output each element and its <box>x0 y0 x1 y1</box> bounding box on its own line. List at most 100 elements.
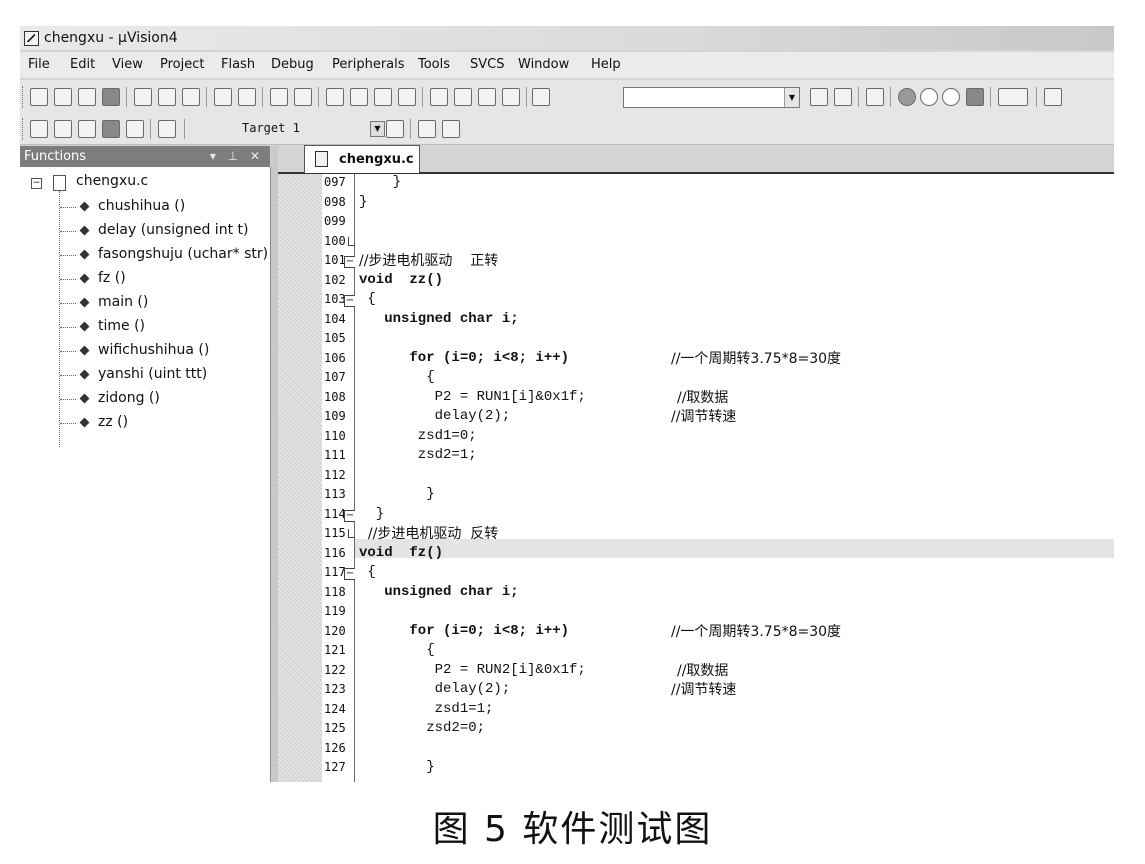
indent-icon[interactable] <box>430 88 448 106</box>
code-comment: //取数据 <box>677 662 729 679</box>
target-select[interactable]: Target 1 <box>242 121 300 135</box>
collapse-toggle[interactable]: − <box>31 178 42 189</box>
toolbar-separator <box>890 87 891 107</box>
tree-root-file[interactable]: chengxu.c <box>76 173 148 189</box>
incremental-find-icon[interactable] <box>834 88 852 106</box>
menu-edit[interactable]: Edit <box>70 57 95 72</box>
function-item[interactable]: zz () <box>60 412 270 434</box>
rebuild-icon[interactable] <box>78 120 96 138</box>
manage-components-icon[interactable] <box>418 120 436 138</box>
function-item[interactable]: fz () <box>60 268 270 290</box>
stop-build-icon[interactable] <box>126 120 144 138</box>
toolbar-separator <box>990 87 991 107</box>
code-line: } <box>359 759 435 775</box>
code-line: for (i=0; i<8; i++) <box>359 349 570 366</box>
menu-tools[interactable]: Tools <box>418 57 450 72</box>
translate-icon[interactable] <box>30 120 48 138</box>
function-item[interactable]: yanshi (uint ttt) <box>60 364 270 386</box>
toolbar-grip[interactable] <box>22 118 26 140</box>
function-item[interactable]: main () <box>60 292 270 314</box>
menu-svcs[interactable]: SVCS <box>470 57 504 72</box>
disable-all-breakpoints-icon[interactable] <box>942 88 960 106</box>
download-load-icon[interactable] <box>158 120 176 138</box>
code-comment: //调节转速 <box>671 409 737 425</box>
code-line: unsigned char i; <box>359 310 519 327</box>
open-file-icon[interactable] <box>54 88 72 106</box>
disable-breakpoint-icon[interactable] <box>920 88 938 106</box>
menu-project[interactable]: Project <box>160 57 204 72</box>
debug-session-icon[interactable] <box>866 88 884 106</box>
breakpoint-gutter[interactable] <box>278 174 322 782</box>
unindent-icon[interactable] <box>454 88 472 106</box>
configure-icon[interactable] <box>1044 88 1062 106</box>
code-line: { <box>359 642 435 658</box>
copy-icon[interactable] <box>158 88 176 106</box>
line-number: 116 <box>324 545 346 560</box>
menu-window[interactable]: Window <box>518 57 569 72</box>
line-number: 098 <box>324 194 346 209</box>
cut-icon[interactable] <box>134 88 152 106</box>
function-item[interactable]: chushihua () <box>60 196 270 218</box>
chevron-down-icon[interactable]: ▼ <box>370 121 385 137</box>
uncomment-icon[interactable] <box>502 88 520 106</box>
insert-bookmark-icon[interactable] <box>326 88 344 106</box>
find-in-files-icon[interactable] <box>532 88 550 106</box>
previous-bookmark-icon[interactable] <box>350 88 368 106</box>
uvision-window: chengxu - µVision4 File Edit View Projec… <box>20 26 1114 782</box>
menu-debug[interactable]: Debug <box>271 57 314 72</box>
menu-flash[interactable]: Flash <box>221 57 255 72</box>
chevron-down-icon[interactable]: ▼ <box>784 88 799 107</box>
menu-file[interactable]: File <box>28 57 50 72</box>
figure-caption: 图 5 软件测试图 <box>432 809 713 850</box>
next-bookmark-icon[interactable] <box>374 88 392 106</box>
code-line: } <box>359 174 402 190</box>
build-toolbar <box>20 114 1114 145</box>
code-line: { <box>359 291 376 307</box>
function-icon <box>79 297 90 308</box>
line-number: 112 <box>324 467 346 482</box>
save-icon[interactable] <box>78 88 96 106</box>
find-icon[interactable] <box>810 88 828 106</box>
code-line: { <box>359 564 376 580</box>
function-item[interactable]: time () <box>60 316 270 338</box>
save-all-icon[interactable] <box>102 88 120 106</box>
uvision-app-icon[interactable] <box>24 31 39 46</box>
select-packs-icon[interactable] <box>442 120 460 138</box>
toolbar-separator <box>1036 87 1037 107</box>
tab-chengxu-c[interactable]: chengxu.c <box>304 145 420 173</box>
clear-bookmarks-icon[interactable] <box>398 88 416 106</box>
menu-peripherals[interactable]: Peripherals <box>332 57 405 72</box>
panel-splitter[interactable] <box>271 146 278 782</box>
menu-view[interactable]: View <box>112 57 143 72</box>
undo-icon[interactable] <box>214 88 232 106</box>
code-line: P2 = RUN1[i]&0x1f; <box>359 388 586 405</box>
new-file-icon[interactable] <box>30 88 48 106</box>
toolbar-grip[interactable] <box>22 86 26 108</box>
code-line: } <box>359 193 368 210</box>
find-combo-input[interactable]: ▼ <box>623 87 800 108</box>
build-icon[interactable] <box>54 120 72 138</box>
function-icon <box>79 369 90 380</box>
function-item[interactable]: fasongshuju (uchar* str) <box>60 244 270 266</box>
function-item[interactable]: delay (unsigned int t) <box>60 220 270 242</box>
function-item[interactable]: zidong () <box>60 388 270 410</box>
navigate-back-icon[interactable] <box>270 88 288 106</box>
navigate-forward-icon[interactable] <box>294 88 312 106</box>
menu-help[interactable]: Help <box>591 57 621 72</box>
target-options-icon[interactable] <box>386 120 404 138</box>
breakpoint-icon[interactable] <box>898 88 916 106</box>
window-layout-dropdown-icon[interactable] <box>998 88 1028 106</box>
toolbar-separator <box>150 119 151 139</box>
panel-controls[interactable]: ▾ ⊥ ✕ <box>210 149 264 163</box>
kill-breakpoints-icon[interactable] <box>966 88 984 106</box>
function-item[interactable]: wifichushihua () <box>60 340 270 362</box>
c-file-icon <box>315 151 328 167</box>
code-editor[interactable]: }} //步进电机驱动 正转 void zz() { unsigned char i… <box>355 174 1114 782</box>
paste-icon[interactable] <box>182 88 200 106</box>
code-comment: //取数据 <box>677 389 729 406</box>
comment-icon[interactable] <box>478 88 496 106</box>
toolbar-separator <box>318 87 319 107</box>
batch-build-icon[interactable] <box>102 120 120 138</box>
line-number: 105 <box>324 331 346 345</box>
redo-icon[interactable] <box>238 88 256 106</box>
